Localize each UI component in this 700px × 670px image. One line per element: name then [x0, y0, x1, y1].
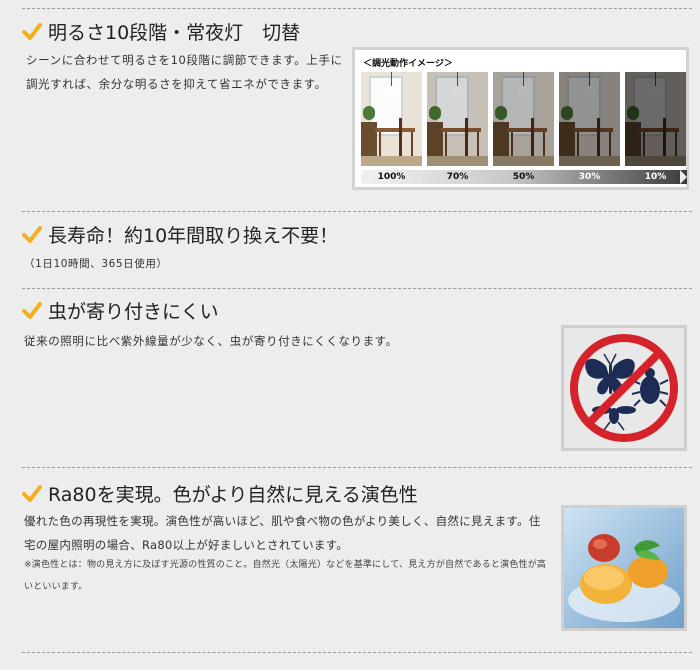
section-heading: 長寿命！約10年間取り換え不要！: [22, 221, 338, 248]
check-icon: [22, 225, 42, 243]
dimming-room-photos: [361, 72, 691, 166]
dimming-room-photo: [559, 72, 620, 166]
section-heading: 虫が寄り付きにくい: [22, 297, 219, 324]
dimming-image: ＜調光動作イメージ＞ 100% 70% 50% 30% 10%: [352, 47, 689, 190]
check-icon: [22, 301, 42, 319]
section-heading: 明るさ10段階・常夜灯 切替: [22, 18, 300, 45]
footnote-line: いといいます。: [24, 582, 88, 592]
heading-text: 長寿命！約10年間取り換え不要！: [48, 225, 339, 247]
dimming-room-photo: [625, 72, 686, 166]
body-line: 調光すれば、余分な明るさを抑えて省エネができます。: [26, 77, 327, 91]
dimming-scale-bar: 100% 70% 50% 30% 10%: [361, 170, 687, 184]
divider: [22, 652, 692, 653]
dimming-level-label: 50%: [512, 172, 535, 182]
no-insects-image: [561, 325, 687, 451]
check-icon: [22, 484, 42, 502]
heading-text: 明るさ10段階・常夜灯 切替: [48, 22, 301, 44]
dessert-photo: [564, 508, 684, 628]
divider: [22, 211, 692, 212]
dimming-room-photo: [361, 72, 422, 166]
dimming-level-label: 100%: [377, 172, 406, 182]
dimming-level-label: 70%: [446, 172, 469, 182]
section-body: 従来の照明に比べ紫外線量が少なく、虫が寄り付きにくくなります。: [24, 334, 398, 348]
divider: [22, 8, 692, 9]
dimming-room-photo: [493, 72, 554, 166]
heading-text: 虫が寄り付きにくい: [48, 301, 219, 323]
divider: [22, 288, 692, 289]
section-heading: Ra80を実現。色がより自然に見える演色性: [22, 480, 418, 507]
heading-text: Ra80を実現。色がより自然に見える演色性: [48, 484, 418, 506]
no-insects-icon: [564, 328, 684, 448]
check-icon: [22, 22, 42, 40]
dessert-image: [561, 505, 687, 631]
dimming-room-photo: [427, 72, 488, 166]
dimming-level-label: 10%: [644, 172, 667, 182]
footnote-line: ※演色性とは：物の見え方に及ぼす光源の性質のこと。自然光（太陽光）などを基準にし…: [24, 560, 547, 570]
body-line: 優れた色の再現性を実現。演色性が高いほど、肌や食べ物の色がより美しく、自然に見え…: [24, 514, 541, 528]
section-body: シーンに合わせて明るさを10段階に調節できます。上手に 調光すれば、余分な明るさ…: [26, 48, 343, 96]
section-body: 優れた色の再現性を実現。演色性が高いほど、肌や食べ物の色がより美しく、自然に見え…: [24, 509, 541, 557]
body-line: シーンに合わせて明るさを10段階に調節できます。上手に: [26, 53, 343, 67]
divider: [22, 467, 692, 468]
dimming-level-label: 30%: [578, 172, 601, 182]
footnote: ※演色性とは：物の見え方に及ぼす光源の性質のこと。自然光（太陽光）などを基準にし…: [24, 554, 546, 598]
dimming-image-title: ＜調光動作イメージ＞: [363, 59, 453, 69]
section-note: （1日10時間、365日使用）: [24, 258, 168, 270]
